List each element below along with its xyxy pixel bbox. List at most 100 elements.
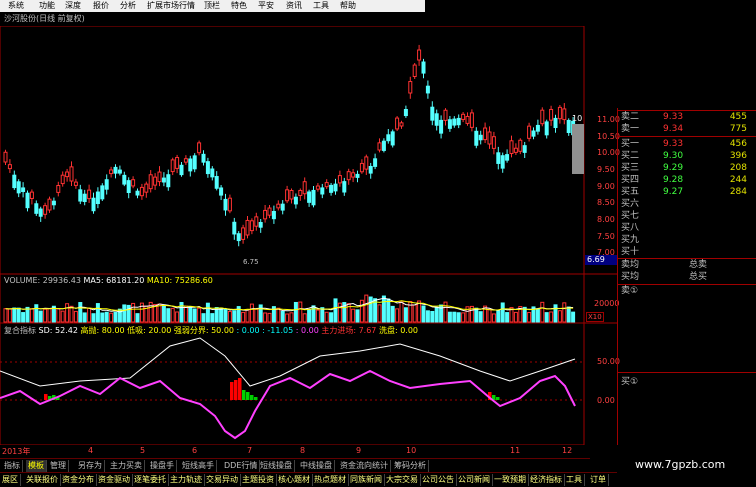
tab-6[interactable]: 短线高手	[180, 460, 217, 472]
menu-help[interactable]: 帮助	[340, 0, 356, 12]
sell-ring-label: 卖①	[621, 286, 639, 296]
chart-area[interactable]: 11.00 10.50 10.00 9.50 9.00 8.50 8.00 7.…	[0, 26, 620, 445]
buy-row-8[interactable]: 买八	[621, 222, 756, 234]
volume-bar	[452, 311, 457, 323]
candle	[483, 127, 488, 141]
buy-row-10[interactable]: 买十	[621, 246, 756, 258]
candle	[434, 113, 439, 126]
buy-avg-label: 买均	[621, 272, 640, 282]
func-tab-8[interactable]: 核心题材	[276, 474, 313, 486]
func-tab-11[interactable]: 大宗交易	[384, 474, 421, 486]
candle	[117, 169, 122, 174]
func-tab-14[interactable]: 一致预期	[492, 474, 529, 486]
candle	[34, 203, 39, 214]
menu-depth[interactable]: 深度	[65, 0, 81, 12]
volume-bar	[34, 304, 39, 323]
current-price-block	[572, 124, 584, 174]
volume-bar	[562, 302, 567, 323]
sell-ring-row: 卖①	[621, 285, 756, 297]
tab-5[interactable]: 操盘手	[148, 460, 177, 472]
x-label-8: 8	[300, 446, 306, 455]
volume-bar	[245, 309, 250, 323]
func-tab-10[interactable]: 同族新闻	[348, 474, 385, 486]
buy-row-2[interactable]: 买二 9.30 396	[621, 150, 756, 162]
volume-bar	[170, 307, 175, 323]
func-tab-16[interactable]: 工具	[564, 474, 585, 486]
menu-analysis[interactable]: 分析	[120, 0, 136, 12]
func-tab-5[interactable]: 主力轨迹	[168, 474, 205, 486]
menu-feature[interactable]: 特色	[231, 0, 247, 12]
volume-bar	[337, 302, 342, 323]
candle	[87, 189, 92, 200]
candle	[549, 108, 554, 121]
buy-row-5[interactable]: 买五 9.27 284	[621, 186, 756, 198]
buy-row-9[interactable]: 买九	[621, 234, 756, 246]
func-tab-1[interactable]: 关联报价	[24, 474, 61, 486]
menu-top[interactable]: 顶栏	[204, 0, 220, 12]
buy-row-4[interactable]: 买四 9.28 244	[621, 174, 756, 186]
volume-bar	[478, 311, 483, 323]
volume-bar	[491, 313, 496, 323]
candle	[293, 196, 298, 205]
func-tab-7[interactable]: 主题投资	[240, 474, 277, 486]
tab-8[interactable]: 短线操盘	[258, 460, 295, 472]
func-tab-6[interactable]: 交易异动	[204, 474, 241, 486]
volume-bar	[183, 305, 188, 323]
menu-function[interactable]: 功能	[39, 0, 55, 12]
watermark-text: www.7gpzb.com	[635, 458, 726, 471]
buy-row-1[interactable]: 买一 9.33 456	[621, 138, 756, 150]
volume-bar	[329, 312, 334, 323]
buy-row-3[interactable]: 买三 9.29 208	[621, 162, 756, 174]
func-tab-13[interactable]: 公司新闻	[456, 474, 493, 486]
candle	[148, 174, 153, 190]
tab-2[interactable]: 管理	[48, 460, 69, 472]
func-tab-4[interactable]: 逐笔委托	[132, 474, 169, 486]
tab-11[interactable]: 筹码分析	[392, 460, 429, 472]
volume-bar	[87, 307, 92, 323]
tab-0[interactable]: 指标	[2, 460, 23, 472]
menu-news[interactable]: 资讯	[286, 0, 302, 12]
volume-bar	[249, 303, 254, 323]
volume-unit: X10	[586, 312, 604, 322]
func-tab-17[interactable]: 订单	[588, 474, 609, 486]
price-label-8: 8.00	[597, 215, 615, 224]
tab-4[interactable]: 主力买卖	[108, 460, 145, 472]
buy-row-7[interactable]: 买七	[621, 210, 756, 222]
func-tab-2[interactable]: 资金分布	[60, 474, 97, 486]
tab-3[interactable]: 另存为	[76, 460, 105, 472]
tab-7[interactable]: DDE行情	[222, 460, 261, 472]
candle	[205, 161, 210, 175]
tab-10[interactable]: 资金流向统计	[338, 460, 391, 472]
func-tab-12[interactable]: 公司公告	[420, 474, 457, 486]
sell-row-1[interactable]: 卖一 9.34 775	[621, 123, 756, 135]
menu-system[interactable]: 系统	[8, 0, 24, 12]
volume-bar	[241, 311, 246, 323]
sell-row-1-label: 卖一	[621, 124, 640, 134]
candle	[144, 183, 149, 193]
func-tab-15[interactable]: 经济指标	[528, 474, 565, 486]
menu-pingan[interactable]: 平安	[258, 0, 274, 12]
indicator-bar	[44, 394, 48, 400]
indicator-bar	[254, 397, 258, 400]
sell-row-1-volume: 775	[729, 124, 747, 134]
tab-1[interactable]: 模板	[26, 460, 47, 472]
func-tab-0[interactable]: 展区	[0, 474, 21, 486]
candle	[254, 216, 259, 227]
candle	[421, 61, 426, 74]
buy-avg-row: 买均 总买	[621, 271, 756, 283]
func-tab-9[interactable]: 热点题材	[312, 474, 349, 486]
menu-extended-market[interactable]: 扩展市场行情	[147, 0, 195, 12]
candle	[540, 109, 545, 125]
candle	[91, 197, 96, 212]
volume-bar	[109, 312, 114, 323]
volume-bar	[399, 300, 404, 323]
volume-bar	[135, 313, 140, 323]
candle	[192, 155, 197, 170]
buy-row-6[interactable]: 买六	[621, 198, 756, 210]
menu-tools[interactable]: 工具	[313, 0, 329, 12]
sell-row-2-label: 卖二	[621, 112, 640, 122]
func-tab-3[interactable]: 资金驱动	[96, 474, 133, 486]
sell-row-2[interactable]: 卖二 9.33 455	[621, 111, 756, 123]
tab-9[interactable]: 中线操盘	[298, 460, 335, 472]
menu-quote[interactable]: 报价	[93, 0, 109, 12]
